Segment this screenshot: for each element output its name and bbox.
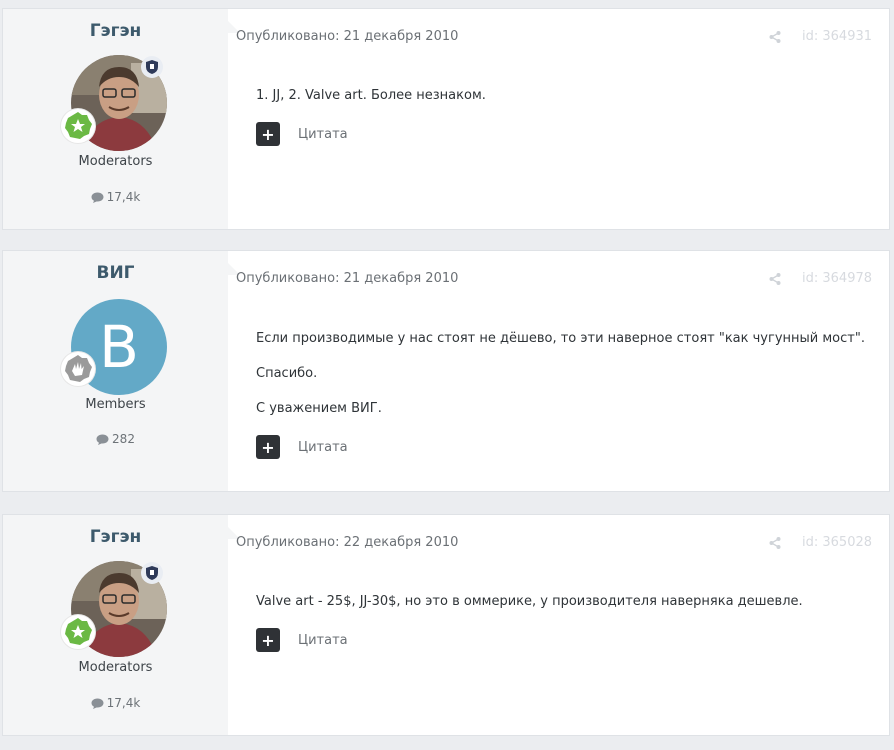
post-date[interactable]: Опубликовано: 21 декабря 2010 xyxy=(236,271,458,286)
post: Гэгэн M xyxy=(2,8,890,230)
share-icon[interactable] xyxy=(769,31,781,43)
post: Гэгэн M xyxy=(2,514,890,736)
comment-icon xyxy=(91,698,104,709)
author-group: Moderators xyxy=(78,660,153,675)
share-icon[interactable] xyxy=(769,273,781,285)
author-name[interactable]: Гэгэн xyxy=(3,21,228,41)
post-id[interactable]: id: 365028 xyxy=(802,535,872,550)
post-date[interactable]: Опубликовано: 21 декабря 2010 xyxy=(236,29,458,44)
add-quote-button[interactable]: + xyxy=(256,628,280,652)
star-rank-icon xyxy=(61,615,95,649)
post-paragraph: С уважением ВИГ. xyxy=(256,401,382,416)
comment-icon xyxy=(91,192,104,203)
post-count: 282 xyxy=(3,432,228,446)
quote-link[interactable]: Цитата xyxy=(298,633,348,648)
post: ВИГ B Members 282 Опубликовано: 21 декаб… xyxy=(2,250,890,492)
author-group: Members xyxy=(85,397,146,412)
comment-icon xyxy=(96,434,109,445)
post-content: Valve art - 25$, JJ-30$, но это в оммери… xyxy=(256,594,803,629)
post-count-value: 17,4k xyxy=(106,696,141,710)
author-name[interactable]: Гэгэн xyxy=(3,527,228,547)
shield-icon xyxy=(141,562,163,584)
hand-rank-icon xyxy=(61,352,95,386)
plus-icon: + xyxy=(261,630,275,650)
post-content: 1. JJ, 2. Valve art. Более незнаком. xyxy=(256,88,486,123)
add-quote-button[interactable]: + xyxy=(256,435,280,459)
plus-icon: + xyxy=(261,437,275,457)
author-name[interactable]: ВИГ xyxy=(3,263,228,283)
post-count: 17,4k xyxy=(3,696,228,710)
post-id[interactable]: id: 364931 xyxy=(802,29,872,44)
post-count-value: 282 xyxy=(112,432,135,446)
add-quote-button[interactable]: + xyxy=(256,122,280,146)
author-panel: Гэгэн Moderators 17,4k xyxy=(3,515,240,735)
post-paragraph: 1. JJ, 2. Valve art. Более незнаком. xyxy=(256,88,486,103)
post-count-value: 17,4k xyxy=(106,190,141,204)
shield-icon xyxy=(141,56,163,78)
author-panel: Гэгэн Moderators 17,4k xyxy=(3,9,240,229)
author-panel: ВИГ B Members 282 xyxy=(3,251,240,491)
share-icon[interactable] xyxy=(769,537,781,549)
quote-link[interactable]: Цитата xyxy=(298,440,348,455)
quote-link[interactable]: Цитата xyxy=(298,127,348,142)
plus-icon: + xyxy=(261,124,275,144)
post-paragraph: Если производимые у нас стоят не дёшево,… xyxy=(256,331,865,346)
post-paragraph: Valve art - 25$, JJ-30$, но это в оммери… xyxy=(256,594,803,609)
post-paragraph: Спасибо. xyxy=(256,366,318,381)
post-content: Если производимые у нас стоят не дёшево,… xyxy=(256,331,865,436)
post-id[interactable]: id: 364978 xyxy=(802,271,872,286)
star-rank-icon xyxy=(61,109,95,143)
post-count: 17,4k xyxy=(3,190,228,204)
author-group: Moderators xyxy=(78,154,153,169)
post-date[interactable]: Опубликовано: 22 декабря 2010 xyxy=(236,535,458,550)
